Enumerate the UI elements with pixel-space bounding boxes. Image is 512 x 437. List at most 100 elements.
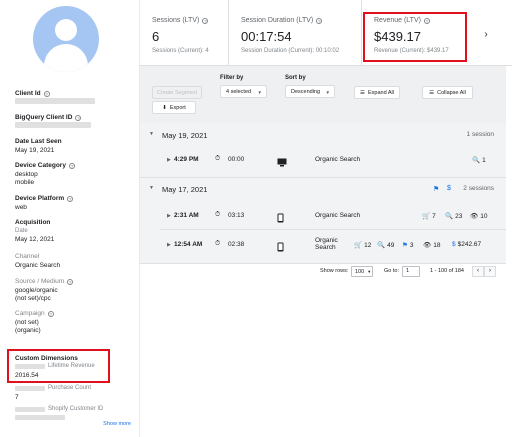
- rows-select[interactable]: 100 ▼: [351, 266, 373, 277]
- device-category-label: Device Category?: [15, 162, 75, 169]
- client-id-label: Client Id?: [15, 90, 50, 97]
- desktop-icon: [277, 154, 287, 172]
- show-more-link[interactable]: Show more: [103, 421, 131, 427]
- timer-icon: ⏱: [215, 211, 221, 218]
- channel-value: Organic Search: [15, 262, 61, 269]
- help-icon[interactable]: ?: [67, 195, 74, 202]
- campaign-value: (not set): [15, 319, 39, 326]
- help-icon[interactable]: ?: [68, 162, 75, 169]
- day-header[interactable]: ▼ May 19, 2021 1 session: [140, 131, 506, 145]
- session-channel: Organic Search: [315, 212, 361, 219]
- search-icon: 🔍: [377, 242, 386, 249]
- day-date: May 17, 2021: [162, 185, 208, 194]
- next-page-button[interactable]: ›: [484, 266, 496, 277]
- page-range: 1 - 100 of 184: [430, 268, 464, 274]
- chevron-right-icon: ▶: [167, 213, 171, 219]
- cart-icon: 🛒: [354, 242, 363, 249]
- session-row[interactable]: ▶ 2:31 AM ⏱ 03:13 Organic Search 🛒 7 🔍 2…: [140, 206, 506, 228]
- cart-icon: 🛒: [422, 213, 431, 220]
- search-icon: 🔍: [472, 157, 481, 164]
- search-count: 1: [482, 156, 486, 164]
- export-label: Export: [169, 104, 186, 111]
- chevron-down-icon: ▼: [257, 90, 262, 95]
- prev-page-button[interactable]: ‹: [472, 266, 484, 277]
- expand-all-button[interactable]: ☰ Expand All: [354, 86, 400, 99]
- help-icon[interactable]: ?: [67, 278, 74, 285]
- device-platform-value: web: [15, 204, 27, 211]
- chevron-right-icon: ▶: [167, 242, 171, 248]
- session-row[interactable]: ▶ 4:29 PM ⏱ 00:00 Organic Search 🔍 1: [140, 150, 506, 172]
- sort-by-value: Descending: [291, 88, 321, 95]
- search-stat: 🔍 1: [472, 156, 486, 165]
- views-stat: 👁 10: [470, 212, 488, 221]
- client-id-value-redacted: [15, 98, 95, 104]
- campaign-label: Campaign?: [15, 310, 54, 317]
- session-time: 4:29 PM: [174, 156, 199, 163]
- expand-icon: ☰: [360, 89, 365, 96]
- views-count: 18: [433, 241, 441, 249]
- eye-icon: 👁: [423, 242, 432, 249]
- source-medium-label: Source / Medium?: [15, 278, 74, 285]
- create-segment-button[interactable]: Create Segment: [152, 86, 202, 99]
- session-duration: 00:00: [228, 156, 245, 163]
- views-count: 10: [480, 212, 488, 220]
- highlight-box: [363, 12, 467, 62]
- metric-sessions: Sessions (LTV)? 6 Sessions (Current): 4: [140, 0, 229, 66]
- metric-value: 6: [152, 29, 160, 44]
- purchase-count-label: Purchase Count: [48, 385, 92, 391]
- timer-icon: ⏱: [215, 240, 221, 247]
- session-time: 12:54 AM: [174, 241, 203, 248]
- device-category-value: mobile: [15, 179, 35, 186]
- shopify-customer-id-redacted: [15, 415, 65, 420]
- session-channel: Organic Search: [315, 237, 338, 251]
- user-profile-panel: Client Id? BigQuery Client ID? Date Last…: [0, 0, 140, 437]
- chevron-down-icon: ▼: [325, 90, 330, 95]
- session-duration: 02:38: [228, 241, 245, 248]
- device-category-value: desktop: [15, 171, 38, 178]
- chevron-right-icon[interactable]: ›: [479, 28, 493, 42]
- cart-stat: 🛒 12: [354, 241, 371, 250]
- timer-icon: ⏱: [215, 155, 221, 162]
- session-duration: 03:13: [228, 212, 245, 219]
- day-header[interactable]: ▼ May 17, 2021 ⚑ $ 2 sessions: [140, 185, 506, 199]
- avatar: [33, 6, 99, 72]
- collapse-icon: ☰: [429, 89, 435, 96]
- goto-input[interactable]: 1: [402, 266, 420, 277]
- search-stat: 🔍 49: [377, 241, 394, 250]
- mobile-icon: [277, 210, 284, 228]
- chevron-right-icon: ▶: [167, 157, 171, 163]
- help-icon[interactable]: ?: [316, 17, 323, 24]
- help-icon[interactable]: ?: [47, 310, 54, 317]
- cart-stat: 🛒 7: [422, 212, 436, 221]
- redacted-text: [15, 386, 45, 391]
- mobile-icon: [277, 239, 284, 257]
- cart-count: 7: [432, 212, 436, 220]
- revenue-stat: $ $242.67: [452, 241, 481, 248]
- help-icon[interactable]: ?: [202, 17, 209, 24]
- acquisition-label: Acquisition: [15, 219, 51, 226]
- chevron-down-icon: ▼: [149, 131, 154, 137]
- scroll-gutter: [506, 66, 512, 437]
- chevron-down-icon: ▼: [367, 269, 372, 274]
- filter-by-label: Filter by: [220, 75, 244, 81]
- sort-by-select[interactable]: Descending ▼: [285, 85, 335, 98]
- collapse-all-label: Collapse All: [437, 89, 466, 96]
- highlight-box: [7, 349, 110, 383]
- help-icon[interactable]: ?: [75, 114, 82, 121]
- acquisition-date-label: Date: [15, 228, 28, 234]
- dollar-icon: $: [452, 241, 456, 248]
- pagination: Show rows: 100 ▼ Go to: 1 1 - 100 of 184 …: [140, 263, 506, 278]
- sessions-list: ▼ May 19, 2021 1 session ▶ 4:29 PM ⏱ 00:…: [140, 123, 506, 263]
- flag-icon: ⚑: [433, 186, 440, 193]
- export-button[interactable]: ⬇ Export: [152, 101, 196, 114]
- help-icon[interactable]: ?: [43, 90, 50, 97]
- search-stat: 🔍 23: [445, 212, 463, 221]
- filter-by-select[interactable]: 4 selected ▼: [220, 85, 267, 98]
- purchase-count-value: 7: [15, 394, 19, 401]
- source-medium-value: google/organic: [15, 287, 58, 294]
- date-last-seen-value: May 19, 2021: [15, 147, 55, 154]
- search-count: 23: [455, 212, 463, 220]
- bq-client-id-value-redacted: [15, 122, 91, 128]
- collapse-all-button[interactable]: ☰ Collapse All: [422, 86, 473, 99]
- session-row[interactable]: ▶ 12:54 AM ⏱ 02:38 Organic Search 🛒 12 🔍…: [140, 235, 506, 257]
